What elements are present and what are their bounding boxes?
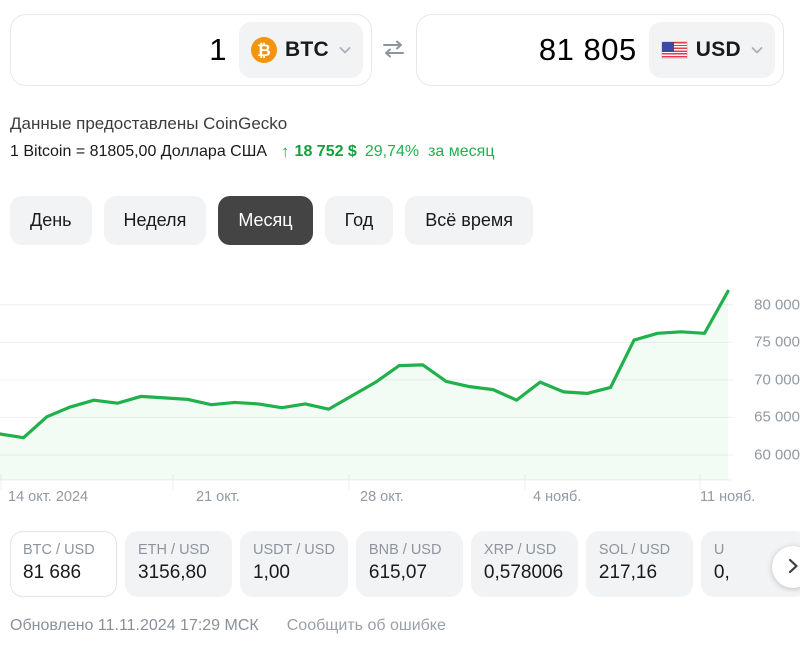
data-source-text: Данные предоставлены CoinGecko [10,114,288,133]
amount-input-to[interactable]: 81 805 [539,32,637,68]
chart-x-label: 4 нояб. [533,489,582,505]
trend-up-icon: ↑ [281,142,290,161]
pair-card[interactable]: BTC / USD 81 686 [10,531,117,597]
us-flag-icon [660,41,688,59]
chart-x-label: 21 окт. [196,489,240,505]
chart-y-label: 75 000 [754,333,800,351]
chart-y-label: 80 000 [754,296,800,314]
period-tab-alltime[interactable]: Всё время [405,196,533,245]
pair-name: SOL / USD [598,542,671,558]
delta-absolute: 18 752 $ [294,143,357,160]
currency-code-from: BTC [284,38,329,61]
amount-field-to[interactable]: 81 805 USD [416,14,784,86]
chart-x-label: 28 окт. [360,489,404,505]
pair-value: 81 686 [23,562,82,583]
pair-name: ETH / USD [138,542,210,558]
price-chart[interactable] [0,266,800,496]
amount-input-from[interactable]: 1 [209,32,227,68]
rate-line: 1 Bitcoin = 81805,00 Доллара США ↑ 18 75… [10,142,495,162]
pair-name: BNB / USD [368,542,442,558]
chart-y-label: 65 000 [754,408,800,426]
delta-percent: 29,74% [364,143,420,160]
pair-value: 217,16 [598,562,658,583]
currency-pairs-list: BTC / USD 81 686 ETH / USD 3156,80 USDT / US… [0,531,800,599]
report-error-link[interactable]: Сообщить об ошибке [287,617,446,635]
period-tab-month[interactable]: Месяц [218,196,313,245]
amount-field-from[interactable]: 1 ₿ BTC [10,14,372,86]
period-tabs: День Неделя Месяц Год Всё время [10,196,533,245]
period-tab-week[interactable]: Неделя [103,196,207,245]
chart-y-axis-labels: 60 000 65 000 70 000 75 000 80 000 [733,266,800,481]
chevron-down-icon [749,42,765,58]
pair-card[interactable]: BNB / USD 615,07 [355,531,463,597]
period-tab-year[interactable]: Год [324,196,394,245]
swap-currencies-button[interactable] [372,14,416,86]
chart-y-label: 70 000 [754,371,800,389]
converter-row: 1 ₿ BTC 81 805 USD [0,0,800,100]
pair-card[interactable]: SOL / USD 217,16 [585,531,693,597]
pair-value: 615,07 [368,562,428,583]
pair-value: 0,578006 [483,562,564,583]
chart-y-label: 60 000 [754,446,800,464]
chart-area-fill [0,291,728,480]
pair-name: USDT / USD [253,542,335,558]
bitcoin-coin-icon: ₿ [250,37,277,63]
pair-name: XRP / USD [483,542,557,558]
currency-selector-to[interactable]: USD [648,22,775,78]
last-updated-text: Обновлено 11.11.2024 17:29 МСК [10,617,259,634]
rate-equation: 1 Bitcoin = 81805,00 Доллара США [10,143,268,160]
pair-card[interactable]: USDT / USD 1,00 [240,531,348,597]
period-tab-day[interactable]: День [10,196,92,245]
swap-arrows-icon [381,38,407,63]
rate-info-block: Данные предоставлены CoinGecko 1 Bitcoin… [10,112,495,162]
currency-converter-page: 1 ₿ BTC 81 805 USD Данные предоставлены … [0,0,800,651]
price-chart-svg [0,289,733,490]
footer: Обновлено 11.11.2024 17:29 МСК Сообщить … [10,617,446,635]
chevron-right-icon [784,557,800,578]
pair-value: 3156,80 [138,562,207,583]
pair-card[interactable]: ETH / USD 3156,80 [125,531,232,597]
chart-x-label: 14 окт. 2024 [8,489,89,505]
chevron-down-icon [337,42,353,58]
chart-x-label: 11 нояб. [700,489,756,505]
pair-value: 1,00 [253,562,290,583]
delta-period: за месяц [428,143,495,160]
chart-x-axis-labels: 14 окт. 2024 21 окт. 28 окт. 4 нояб. 11 нояб… [0,489,800,511]
currency-selector-from[interactable]: ₿ BTC [238,22,363,78]
pair-name: BTC / USD [23,542,95,558]
currency-code-to: USD [695,38,741,61]
pair-card[interactable]: XRP / USD 0,578006 [470,531,578,597]
